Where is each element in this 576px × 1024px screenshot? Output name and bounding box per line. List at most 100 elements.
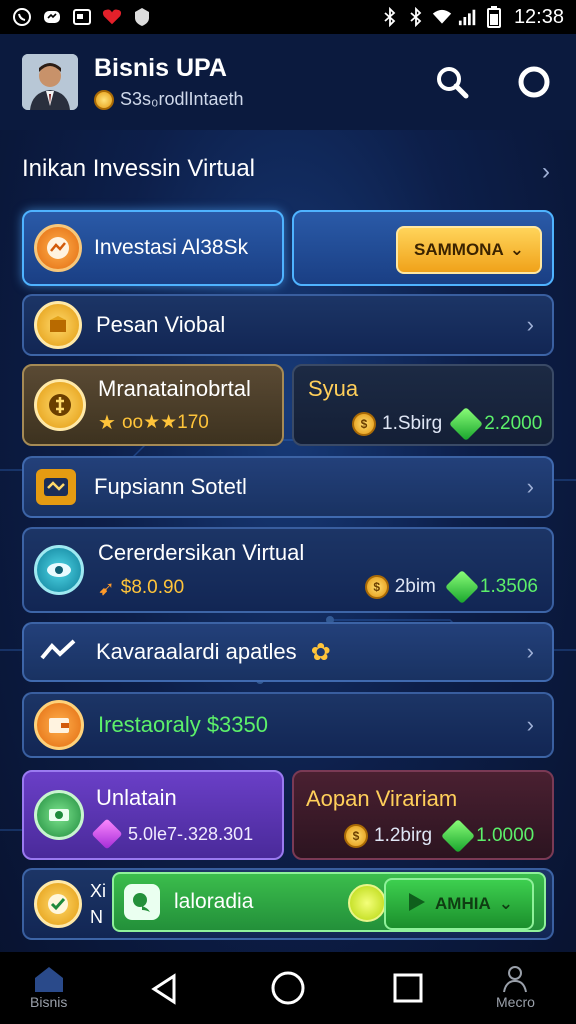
header-subtitle: S3s₀rodlIntaeth (120, 89, 244, 109)
square-recents-icon (393, 973, 423, 1003)
eye-icon (34, 545, 84, 595)
sammona-button-label: SAMMONA (414, 240, 504, 259)
amhia-button-label: AMHIA (435, 894, 491, 913)
cererdersikan-coin-value: 2bim (394, 576, 436, 597)
signal-icon (458, 7, 478, 27)
green-gem-icon (444, 570, 479, 604)
syua-gem-value: 2.2000 (484, 413, 543, 434)
person-icon (503, 966, 528, 993)
wifi-icon (432, 7, 452, 27)
avatar[interactable] (22, 54, 78, 110)
handshake-icon (36, 469, 76, 505)
search-button[interactable] (432, 62, 472, 102)
ball-icon (348, 884, 386, 922)
check-icon (34, 880, 82, 928)
syua-coin-value: 1.Sbirg (382, 413, 443, 434)
bluetooth-icon (380, 7, 400, 27)
back-button[interactable] (148, 972, 182, 1011)
badge-icon (34, 379, 86, 431)
profile-ring-button[interactable] (514, 62, 554, 102)
fupsiann-label: Fupsiann Sotetl (94, 474, 247, 499)
kavara-label: Kavaraalardi apatles (96, 639, 297, 664)
battery-icon (484, 6, 504, 28)
pesan-card[interactable]: Pesan Viobal › (22, 294, 554, 356)
unlatain-card[interactable]: Unlatain 5.0le7-.328.301 (22, 770, 284, 860)
kavara-card[interactable]: Kavaraalardi apatles ✿ › (22, 622, 554, 682)
unlatain-label: Unlatain (96, 785, 177, 810)
home-icon (34, 967, 63, 992)
star-icon: ★ (98, 411, 116, 434)
play-icon (405, 891, 427, 918)
chevron-down-icon: ⌄ (509, 240, 524, 259)
home-button[interactable] (270, 970, 306, 1011)
sammona-dropdown-button[interactable]: SAMMONA ⌄ (396, 226, 542, 274)
coin-icon (94, 89, 114, 110)
investasi-card[interactable]: Investasi Al38Sk (22, 210, 284, 286)
circle-home-icon (271, 971, 305, 1005)
nav-profile[interactable]: Mecro (496, 964, 535, 1010)
unlatain-value: 5.0le7-.328.301 (128, 823, 254, 844)
purple-gem-icon (91, 818, 123, 850)
nav-home-label: Bisnis (30, 994, 68, 1010)
bluetooth-icon (406, 7, 426, 27)
bottom-card-label-1: Xi (90, 881, 107, 901)
app-title: Bisnis UPA (94, 54, 227, 82)
coin-icon: $ (352, 412, 376, 436)
mranata-value: oo★★170 (121, 411, 209, 433)
gear-icon: ✿ (310, 638, 331, 666)
sammona-card: SAMMONA ⌄ (292, 210, 554, 286)
shield-icon (132, 7, 152, 27)
cererdersikan-gem-value: 1.3506 (479, 576, 538, 597)
chevron-right-icon[interactable]: › (542, 158, 550, 186)
back-icon (151, 973, 176, 1005)
box-icon (34, 301, 82, 349)
chart-icon (34, 224, 82, 272)
adpan-label: Aopan Virariam (306, 786, 458, 811)
laloradia-label: laloradia (174, 890, 254, 913)
chevron-right-icon: › (526, 639, 534, 664)
chevron-right-icon: › (526, 712, 534, 737)
investasi-label: Investasi Al38Sk (94, 236, 249, 259)
cererdersikan-label: Cererdersikan Virtual (98, 539, 305, 565)
pesan-label: Pesan Viobal (96, 312, 226, 337)
fupsiann-card[interactable]: Fupsiann Sotetl › (22, 456, 554, 518)
chevron-right-icon: › (526, 474, 534, 499)
whatsapp-icon (12, 7, 32, 27)
green-gem-icon (449, 407, 484, 441)
bottom-card-label-2: N (90, 907, 103, 927)
trend-icon (40, 638, 76, 667)
cererdersikan-card[interactable]: Cererdersikan Virtual ➹ $8.0.90 $ 2bim 1… (22, 527, 554, 613)
irestaoraly-label: Irestaoraly $3350 (98, 712, 268, 737)
app-header: Bisnis UPA S3s₀rodlIntaeth (0, 34, 576, 130)
irestaoraly-card[interactable]: Irestaoraly $3350 › (22, 692, 554, 758)
heart-icon (102, 7, 122, 27)
laloradia-banner[interactable]: laloradia AMHIA ⌄ (112, 872, 546, 932)
chevron-right-icon: › (526, 312, 534, 337)
status-bar: 12:38 (0, 0, 576, 34)
green-gem-icon (441, 819, 476, 853)
nav-home[interactable]: Bisnis (30, 964, 67, 1010)
chat-icon (124, 884, 160, 920)
amhia-button[interactable]: AMHIA ⌄ (384, 878, 534, 930)
section-title: Inikan Invessin Virtual (22, 155, 256, 182)
wallet-icon (34, 700, 84, 750)
bottom-nav: Bisnis Mecro (0, 952, 576, 1024)
mranata-label: Mranatainobrtal (98, 375, 251, 401)
adpan-coin-value: 1.2birg (374, 825, 433, 846)
adpan-card[interactable]: Aopan Virariam $ 1.2birg 1.0000 (292, 770, 554, 860)
flame-icon: ➹ (98, 577, 115, 600)
search-icon (437, 67, 469, 99)
money-icon (34, 790, 84, 840)
syua-card[interactable]: Syua $ 1.Sbirg 2.2000 (292, 364, 554, 446)
coin-icon: $ (344, 824, 368, 848)
chevron-down-icon: ⌄ (498, 894, 513, 913)
mranata-card[interactable]: Mranatainobrtal ★ oo★★170 (22, 364, 284, 446)
coin-icon: $ (364, 575, 389, 599)
adpan-gem-value: 1.0000 (476, 825, 535, 846)
recents-button[interactable] (392, 972, 424, 1009)
syua-label: Syua (308, 376, 359, 401)
cererdersikan-value: $8.0.90 (120, 577, 185, 598)
nav-profile-label: Mecro (496, 994, 535, 1010)
news-icon (72, 7, 92, 27)
messenger-icon (42, 7, 62, 27)
